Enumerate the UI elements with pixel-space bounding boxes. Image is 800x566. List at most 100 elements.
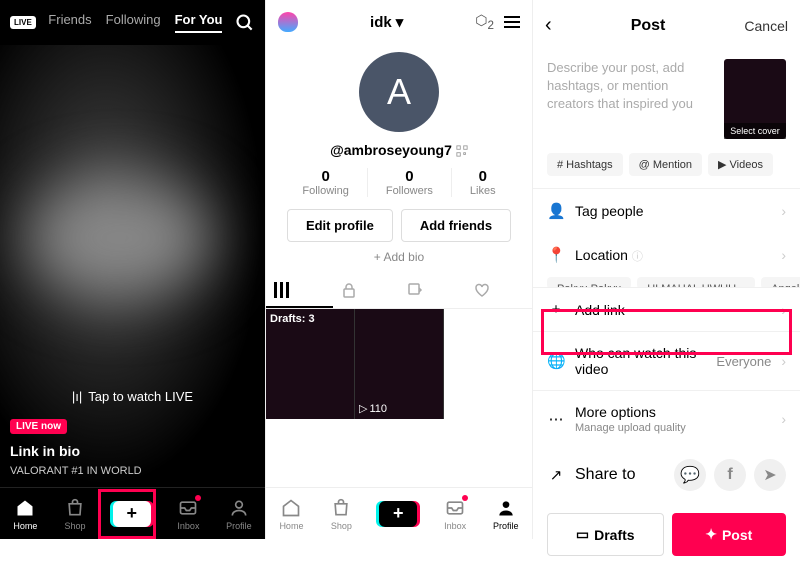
loc-chip[interactable]: HI MAHAL UWUU... <box>637 277 755 287</box>
nav-profile[interactable]: Profile <box>493 497 519 531</box>
nav-inbox[interactable]: Inbox <box>444 497 466 531</box>
add-bio-button[interactable]: + Add bio <box>266 250 532 264</box>
tag-people-row[interactable]: 👤 Tag people › <box>533 188 800 233</box>
nav-create[interactable]: + <box>113 501 151 527</box>
privacy-row[interactable]: 🌐 Who can watch this video Everyone › <box>533 331 800 390</box>
live-icon[interactable]: LIVE <box>10 16 36 29</box>
videos-pill[interactable]: ▶ Videos <box>708 153 773 176</box>
easter-egg-icon[interactable] <box>278 12 298 32</box>
profile-title[interactable]: idk▾ <box>370 13 403 31</box>
privacy-value: Everyone <box>716 354 771 369</box>
nav-inbox[interactable]: Inbox <box>177 497 199 531</box>
location-row[interactable]: 📍 Location ⓘ › <box>533 233 800 277</box>
drafts-count-label: Drafts: 3 <box>270 313 315 325</box>
select-cover-label: Select cover <box>724 123 786 139</box>
nav-shop[interactable]: Shop <box>330 497 352 531</box>
post-actions: ▭Drafts ✦Post <box>533 503 800 566</box>
feed-screen: LIVE Friends Following For You |ı| Tap t… <box>0 0 265 539</box>
draft-item-2[interactable]: ▷ 110 <box>355 309 444 419</box>
draft-item-1[interactable]: Drafts: 3 <box>266 309 355 419</box>
globe-icon: 🌐 <box>547 352 565 370</box>
tap-to-watch-live[interactable]: |ı| Tap to watch LIVE <box>72 389 193 404</box>
avatar[interactable]: A <box>359 52 439 132</box>
post-button[interactable]: ✦Post <box>672 513 787 556</box>
share-row: ↗ Share to 💬 f ➤ <box>533 447 800 503</box>
tab-grid[interactable] <box>266 274 333 308</box>
profile-actions: Edit profile Add friends <box>266 209 532 242</box>
nav-profile[interactable]: Profile <box>226 497 252 531</box>
post-title: Post <box>631 17 666 35</box>
more-options-row[interactable]: ⋯ More optionsManage upload quality › <box>533 390 800 447</box>
live-now-badge: LIVE now <box>10 419 67 434</box>
tab-friends[interactable]: Friends <box>48 12 91 33</box>
tab-foryou[interactable]: For You <box>175 12 223 33</box>
draft-item-3[interactable] <box>444 309 532 419</box>
coin-icon[interactable]: ⬡2 <box>475 12 494 32</box>
tab-liked[interactable] <box>466 274 533 308</box>
chevron-right-icon: › <box>781 353 786 369</box>
chevron-right-icon: › <box>781 247 786 263</box>
tab-private[interactable] <box>333 274 400 308</box>
content-tabs <box>266 274 532 309</box>
location-suggestions: Pakyu Pakyu HI MAHAL UWUU... Angeles Cit… <box>533 277 800 287</box>
bottom-nav: Home Shop + Inbox Profile <box>0 487 265 539</box>
feed-tabs: Friends Following For You <box>46 12 225 33</box>
qr-icon[interactable] <box>456 145 468 157</box>
stat-likes[interactable]: 0Likes <box>452 168 514 197</box>
share-icon: ↗ <box>547 466 565 484</box>
profile-screen: idk▾ ⬡2 A @ambroseyoung7 0Following 0Fol… <box>265 0 533 539</box>
live-bars-icon: |ı| <box>72 389 82 404</box>
nav-home[interactable]: Home <box>13 497 37 531</box>
menu-icon[interactable] <box>504 16 520 28</box>
chevron-down-icon: ▾ <box>396 13 404 31</box>
add-friends-button[interactable]: Add friends <box>401 209 511 242</box>
nav-create[interactable]: + <box>379 501 417 527</box>
loc-chip[interactable]: Pakyu Pakyu <box>547 277 631 287</box>
cancel-button[interactable]: Cancel <box>744 18 788 34</box>
play-count: ▷ 110 <box>359 402 387 415</box>
bottom-nav: Home Shop + Inbox Profile <box>266 487 532 539</box>
person-icon: 👤 <box>547 202 565 220</box>
back-icon[interactable]: ‹ <box>545 14 552 37</box>
feed-header: LIVE Friends Following For You <box>0 0 265 45</box>
tab-following[interactable]: Following <box>106 12 161 33</box>
profile-stats: 0Following 0Followers 0Likes <box>266 168 532 197</box>
sparkle-icon: ✦ <box>705 526 717 543</box>
post-screen: ‹ Post Cancel Describe your post, add ha… <box>533 0 800 539</box>
info-icon: ⓘ <box>632 251 643 263</box>
description-input[interactable]: Describe your post, add hashtags, or men… <box>547 59 714 139</box>
drafts-icon: ▭ <box>576 526 589 543</box>
location-icon: 📍 <box>547 246 565 264</box>
create-button[interactable]: + <box>113 501 151 527</box>
facebook-icon[interactable]: f <box>714 459 746 491</box>
hashtags-pill[interactable]: # Hashtags <box>547 153 623 176</box>
chevron-right-icon: › <box>781 302 786 318</box>
chevron-right-icon: › <box>781 203 786 219</box>
loc-chip[interactable]: Angeles City <box>761 277 800 287</box>
username: @ambroseyoung7 <box>266 142 532 158</box>
telegram-icon[interactable]: ➤ <box>754 459 786 491</box>
link-in-bio[interactable]: Link in bio <box>10 443 80 459</box>
drafts-button[interactable]: ▭Drafts <box>547 513 664 556</box>
video-caption: VALORANT #1 IN WORLD <box>10 465 142 477</box>
post-header: ‹ Post Cancel <box>533 0 800 51</box>
profile-header: idk▾ ⬡2 <box>266 0 532 44</box>
stat-followers[interactable]: 0Followers <box>368 168 452 197</box>
stat-following[interactable]: 0Following <box>284 168 367 197</box>
nav-home[interactable]: Home <box>279 497 303 531</box>
add-link-row[interactable]: + Add link › <box>533 287 800 331</box>
drafts-row: Drafts: 3 ▷ 110 <box>266 309 532 419</box>
tab-saved[interactable] <box>399 274 466 308</box>
nav-shop[interactable]: Shop <box>64 497 86 531</box>
messenger-icon[interactable]: 💬 <box>674 459 706 491</box>
create-button[interactable]: + <box>379 501 417 527</box>
plus-icon: + <box>547 301 565 318</box>
search-icon[interactable] <box>235 13 255 33</box>
edit-profile-button[interactable]: Edit profile <box>287 209 393 242</box>
suggestion-pills: # Hashtags @ Mention ▶ Videos <box>533 153 800 188</box>
cover-thumbnail[interactable]: Select cover <box>724 59 786 139</box>
post-description-row: Describe your post, add hashtags, or men… <box>533 51 800 153</box>
mention-pill[interactable]: @ Mention <box>629 153 702 176</box>
chevron-right-icon: › <box>781 411 786 427</box>
notification-dot <box>462 495 468 501</box>
